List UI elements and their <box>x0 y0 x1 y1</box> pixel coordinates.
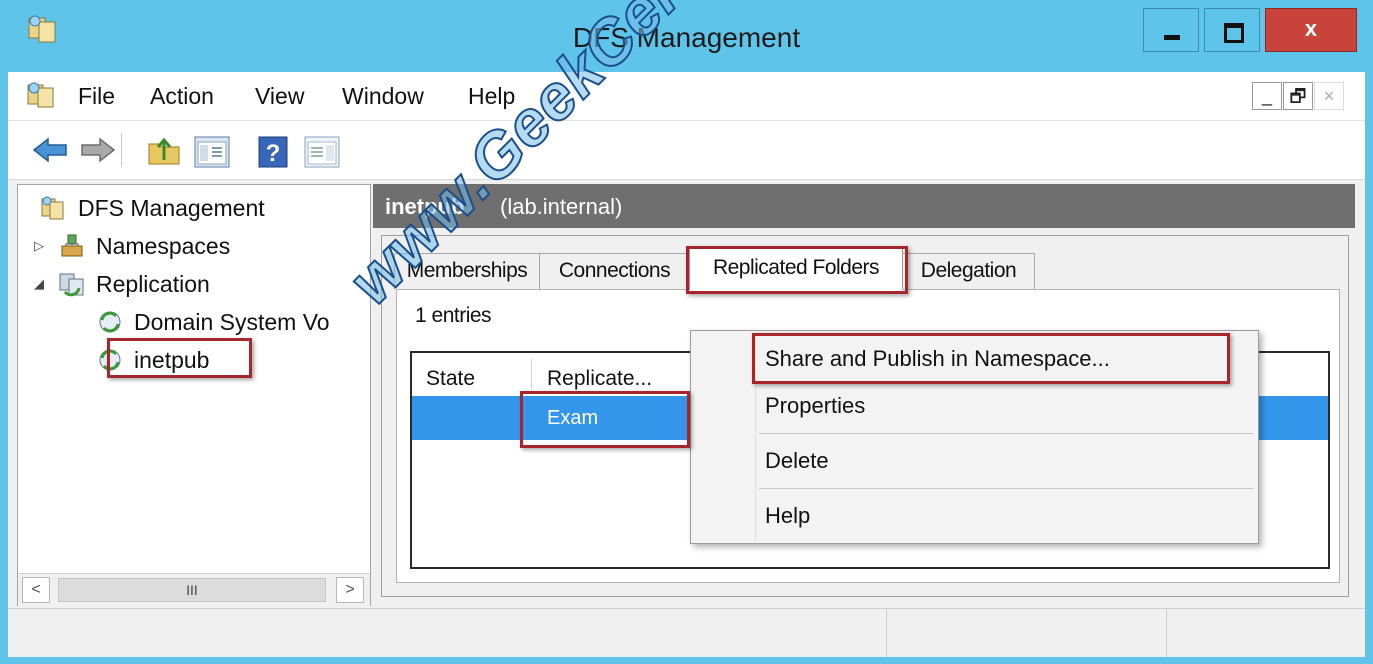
maximize-button[interactable] <box>1204 8 1260 52</box>
replication-group-icon <box>99 311 121 333</box>
tree-label: Replication <box>96 271 210 297</box>
tree-label: inetpub <box>134 347 210 373</box>
context-menu: Share and Publish in Namespace... Proper… <box>690 330 1259 544</box>
scroll-thumb[interactable]: III <box>58 578 326 602</box>
scroll-left-button[interactable]: < <box>22 577 50 603</box>
minimize-button[interactable] <box>1143 8 1199 52</box>
entries-count: 1 entries <box>415 304 492 327</box>
collapse-arrow-icon[interactable]: ◢ <box>34 276 44 292</box>
help-icon[interactable]: ? <box>258 136 288 168</box>
show-hide-console-tree-icon[interactable] <box>194 136 230 168</box>
toolbar-separator <box>121 133 122 167</box>
tab-delegation[interactable]: Delegation <box>902 253 1035 289</box>
scroll-right-button[interactable]: > <box>336 577 364 603</box>
forward-arrow-icon[interactable] <box>80 136 116 164</box>
minimize-icon <box>1164 35 1180 40</box>
replication-group-icon <box>99 349 121 371</box>
tab-replicated-folders[interactable]: Replicated Folders <box>689 248 903 290</box>
mdi-minimize-button[interactable]: _ <box>1252 82 1282 110</box>
status-divider <box>1166 609 1167 657</box>
up-folder-icon[interactable] <box>147 136 181 166</box>
dfs-system-menu-icon[interactable] <box>26 80 58 110</box>
back-arrow-icon[interactable] <box>32 136 68 164</box>
column-divider[interactable] <box>531 359 532 389</box>
dfs-root-icon <box>41 196 64 220</box>
menu-separator <box>759 433 1253 434</box>
mdi-restore-button[interactable]: 🗗 <box>1283 82 1313 110</box>
namespaces-icon <box>61 234 83 257</box>
console-tree[interactable]: DFS Management ▷ Namespaces ◢ Replicatio… <box>17 184 371 606</box>
status-divider <box>886 609 887 657</box>
menu-action[interactable]: Action <box>150 83 214 110</box>
mdi-close-button[interactable]: × <box>1314 82 1344 110</box>
menu-window[interactable]: Window <box>342 83 424 110</box>
dfs-management-window: DFS Management x File Action View Window… <box>0 0 1373 664</box>
row-replicated-folder: Exam <box>547 407 599 429</box>
help-glyph: ? <box>266 140 281 167</box>
maximize-icon <box>1224 23 1244 43</box>
tab-connections[interactable]: Connections <box>539 253 690 289</box>
tree-label: DFS Management <box>78 195 265 221</box>
show-hide-action-pane-icon[interactable] <box>304 136 340 168</box>
context-menu-gutter <box>755 333 756 541</box>
menu-item-properties[interactable]: Properties <box>765 393 865 419</box>
menu-bar: File Action View Window Help _ 🗗 × <box>8 72 1365 120</box>
column-header-state[interactable]: State <box>426 367 475 391</box>
replication-icon <box>59 273 84 297</box>
tree-label: Namespaces <box>96 233 231 259</box>
menu-item-help[interactable]: Help <box>765 503 810 529</box>
expand-arrow-icon[interactable]: ▷ <box>34 238 44 254</box>
details-subtitle: (lab.internal) <box>500 194 623 219</box>
details-header: inetpub (lab.internal) <box>373 184 1355 228</box>
menu-file[interactable]: File <box>78 83 115 110</box>
menu-item-delete[interactable]: Delete <box>765 448 829 474</box>
close-button[interactable]: x <box>1265 8 1357 52</box>
toolbar: ? <box>8 120 1365 180</box>
menu-view[interactable]: View <box>255 83 304 110</box>
status-bar <box>8 608 1365 657</box>
tree-label: Domain System Vo <box>134 309 330 335</box>
menu-separator <box>759 488 1253 489</box>
menu-item-share-and-publish[interactable]: Share and Publish in Namespace... <box>765 346 1110 372</box>
column-header-replicated-folder[interactable]: Replicate... <box>547 367 652 391</box>
tree-horizontal-scrollbar[interactable]: < III > <box>18 573 370 606</box>
